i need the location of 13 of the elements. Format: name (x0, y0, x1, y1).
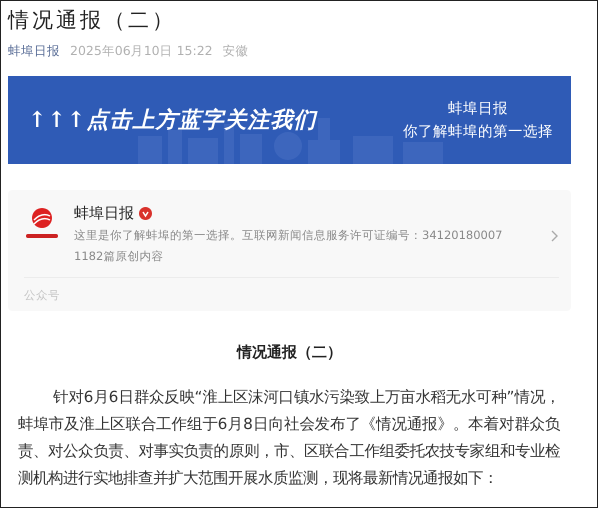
account-name: 蚌埠日报 (74, 204, 134, 223)
section-heading: 情况通报（二） (235, 343, 343, 362)
follow-slogan: ↑↑↑点击上方蓝字关注我们 (28, 106, 316, 135)
publish-date: 2025年06月10日 15:22 (70, 43, 213, 60)
location-label: 安徽 (222, 43, 249, 60)
original-count: 1182篇原创内容 (74, 248, 164, 265)
article-title: 情况通报（二） (8, 7, 177, 33)
banner-tagline: 你了解蚌埠的第一选择 (403, 123, 553, 141)
banner-name: 蚌埠日报 (448, 100, 508, 118)
source-link[interactable]: 蚌埠日报 (8, 43, 60, 60)
body-paragraph: 针对6月6日群众反映“淮上区沫河口镇水污染致上万亩水稻无水可种”情况，蚌埠市及淮上区联合工作组于6月8日向社会发布了《情况通报》。本着对群众负责、对公众负责、对事实负责的原则，市、区联合工作组委托农技专家组和专业检测机构进行实地排查并扩大范围开展水质监测，现将最新情况通报如下： (17, 387, 560, 489)
account-description: 这里是你了解蚌埠的第一选择。互联网新闻信息服务许可证编号：34120180007 (74, 227, 504, 244)
chevron-right-icon (551, 230, 559, 242)
